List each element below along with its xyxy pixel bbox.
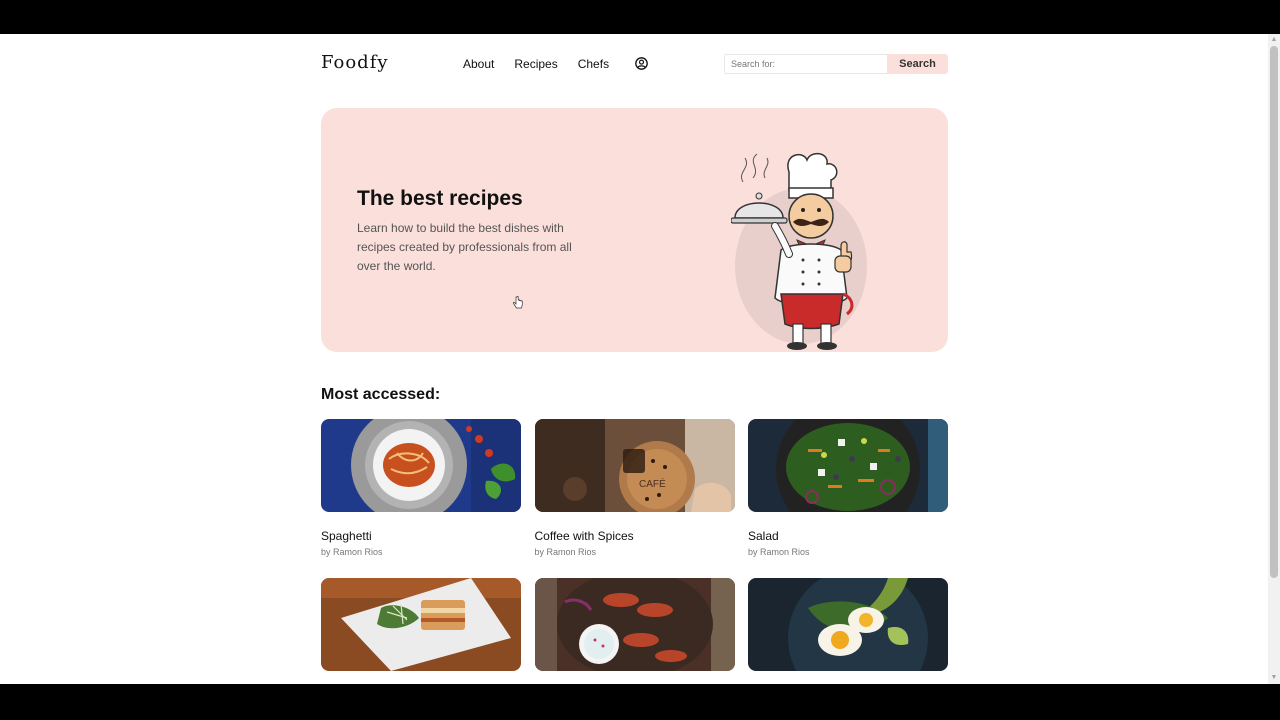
logo[interactable]: Foodfy <box>321 52 389 73</box>
nav-about-link[interactable]: About <box>463 57 494 71</box>
browser-viewport: Foodfy About Recipes Chefs Search The be… <box>0 34 1280 684</box>
search-button[interactable]: Search <box>887 54 948 74</box>
recipe-image-coffee[interactable]: CAFÉ <box>534 419 735 512</box>
recipe-name[interactable]: Salad <box>748 529 948 543</box>
svg-text:CAFÉ: CAFÉ <box>639 477 666 490</box>
recipe-card-eggs[interactable] <box>748 578 948 684</box>
recipe-image-eggs[interactable] <box>748 578 948 671</box>
recipe-image-spaghetti[interactable] <box>321 419 521 512</box>
hero-title: The best recipes <box>357 187 523 210</box>
recipes-grid: Spaghetti by Ramon Rios CAFÉ Coffee with… <box>321 419 948 684</box>
search-form: Search <box>724 54 948 74</box>
recipe-author: by Ramon Rios <box>748 547 810 557</box>
recipe-card-spaghetti[interactable]: Spaghetti by Ramon Rios <box>321 419 521 578</box>
nav-recipes-link[interactable]: Recipes <box>514 57 557 71</box>
hand-cursor-icon <box>513 296 523 309</box>
hero-banner: The best recipes Learn how to build the … <box>321 108 948 352</box>
main-nav: About Recipes Chefs <box>463 56 648 71</box>
recipe-author: by Ramon Rios <box>534 547 597 557</box>
recipe-card-sausages[interactable] <box>534 578 735 684</box>
recipe-card-coffee[interactable]: CAFÉ Coffee with Spices by Ramon Rios <box>534 419 735 578</box>
recipe-name[interactable]: Spaghetti <box>321 529 521 543</box>
recipe-author: by Ramon Rios <box>321 547 383 557</box>
recipe-image-sausages[interactable] <box>534 578 735 671</box>
user-circle-icon[interactable] <box>635 56 648 70</box>
recipe-image-salad[interactable] <box>748 419 948 512</box>
scroll-up-arrow-icon[interactable]: ▲ <box>1268 34 1280 46</box>
page-scrollbar[interactable]: ▲ ▼ <box>1268 34 1280 684</box>
search-input[interactable] <box>724 54 887 74</box>
chef-illustration <box>731 152 867 350</box>
hero-description: Learn how to build the best dishes with … <box>357 221 572 273</box>
scroll-down-arrow-icon[interactable]: ▼ <box>1268 672 1280 684</box>
recipe-card-salad[interactable]: Salad by Ramon Rios <box>748 419 948 578</box>
scrollbar-thumb[interactable] <box>1270 46 1278 578</box>
recipe-card-lasagna[interactable] <box>321 578 521 684</box>
recipe-image-lasagna[interactable] <box>321 578 521 671</box>
most-accessed-heading: Most accessed: <box>321 386 441 403</box>
nav-chefs-link[interactable]: Chefs <box>578 57 609 71</box>
site-header: Foodfy About Recipes Chefs Search <box>321 52 948 76</box>
recipe-name[interactable]: Coffee with Spices <box>535 529 735 543</box>
